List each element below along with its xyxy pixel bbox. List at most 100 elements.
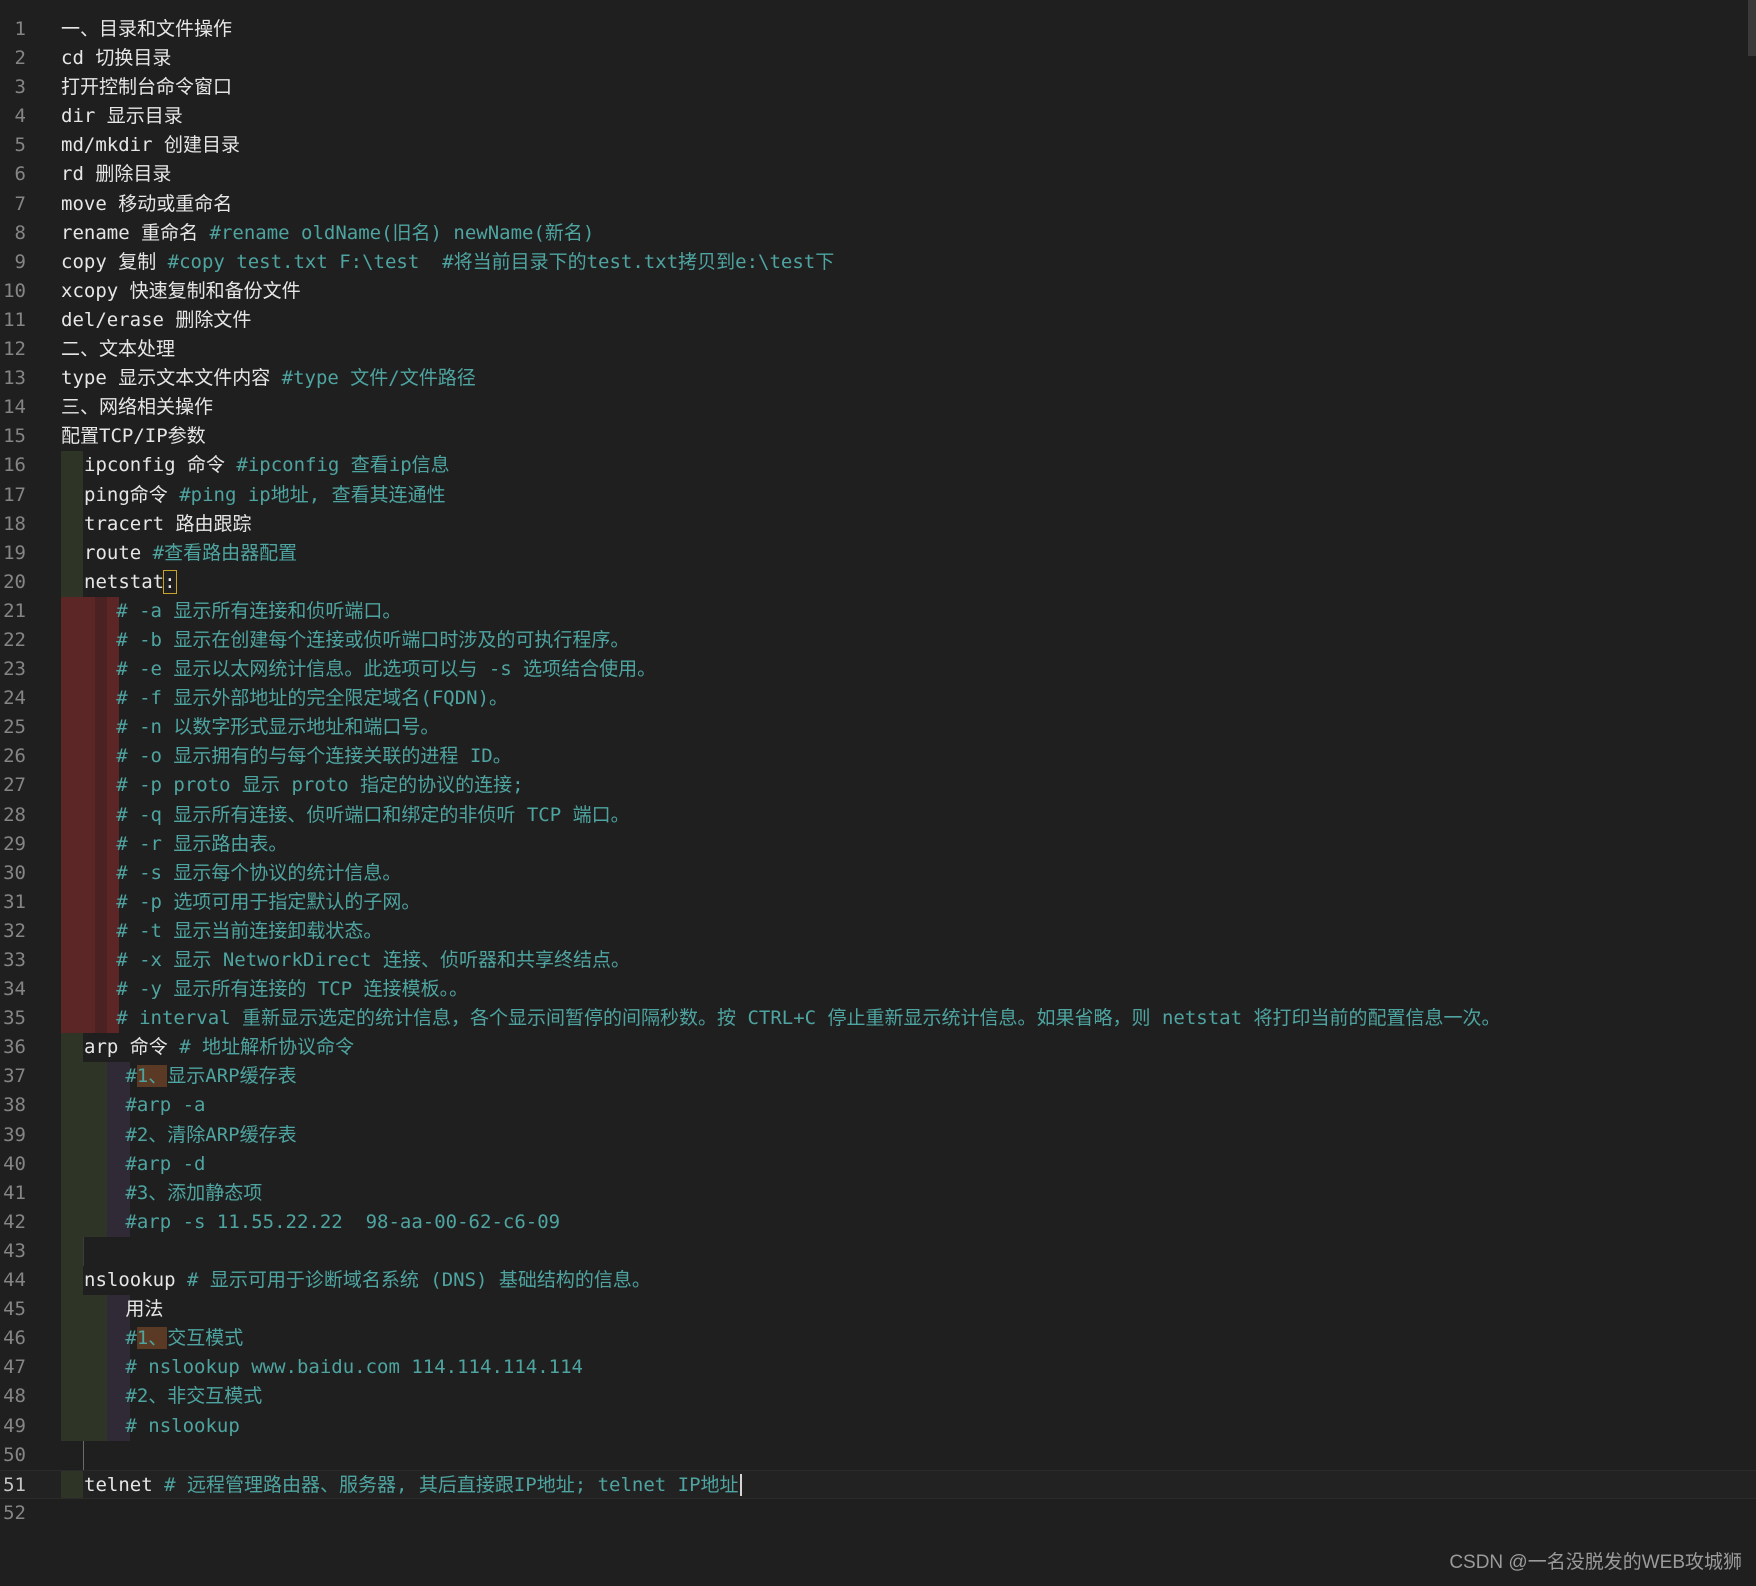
code-line[interactable]: 24 # -f 显示外部地址的完全限定域名(FQDN)。 — [0, 684, 1756, 714]
indent-guide — [83, 1207, 107, 1237]
code-line[interactable]: 25 # -n 以数字形式显示地址和端口号。 — [0, 713, 1756, 743]
code-line[interactable]: 21 # -a 显示所有连接和侦听端口。 — [0, 596, 1756, 626]
code-line[interactable]: 19 route #查看路由器配置 — [0, 538, 1756, 568]
code-line[interactable]: 41 #3、添加静态项 — [0, 1178, 1756, 1208]
code-text: 一、目录和文件操作 — [61, 15, 232, 44]
code-line[interactable]: 48 #2、非交互模式 — [0, 1382, 1756, 1412]
code-line[interactable]: 34 # -y 显示所有连接的 TCP 连接模板。。 — [0, 975, 1756, 1005]
code-line[interactable]: 32 # -t 显示当前连接卸载状态。 — [0, 916, 1756, 946]
code-line[interactable]: 51 telnet # 远程管理路由器、服务器, 其后直接跟IP地址; telne… — [0, 1469, 1756, 1499]
code-line[interactable]: 39 #2、清除ARP缓存表 — [0, 1120, 1756, 1150]
code-line[interactable]: 14 三、网络相关操作 — [0, 393, 1756, 422]
comment-token: #rename oldName(旧名) newName(新名) — [209, 221, 595, 244]
code-line[interactable]: 44 nslookup # 显示可用于诊断域名系统 (DNS) 基础结构的信息。 — [0, 1266, 1756, 1296]
code-line[interactable]: 11 del/erase 删除文件 — [0, 306, 1756, 335]
comment-token: #arp -s 11.55.22.22 98-aa-00-62-c6-09 — [125, 1210, 561, 1233]
indent-guide — [95, 596, 107, 626]
code-text: rd 删除目录 — [61, 160, 171, 189]
indent-guide — [83, 858, 95, 888]
code-line[interactable]: 22 # -b 显示在创建每个连接或侦听端口时涉及的可执行程序。 — [0, 625, 1756, 656]
line-number: 8 — [14, 221, 26, 244]
line-number: 13 — [3, 367, 26, 390]
code-line[interactable]: 20 netstat: — [0, 567, 1756, 597]
code-line[interactable]: 40 #arp -d — [0, 1149, 1756, 1179]
comment-token: #查看路由器配置 — [152, 541, 298, 564]
code-line[interactable]: 17 ping命令 #ping ip地址, 查看其连通性 — [0, 480, 1756, 510]
code-line[interactable]: 30 # -s 显示每个协议的统计信息。 — [0, 858, 1756, 888]
code-line[interactable]: 33 # -x 显示 NetworkDirect 连接、侦听器和共享终结点。 — [0, 946, 1756, 976]
code-line[interactable]: 2 cd 切换目录 — [0, 44, 1756, 73]
code-line[interactable]: 1 一、目录和文件操作 — [0, 15, 1756, 44]
indent-guide — [95, 771, 107, 801]
code-line[interactable]: 35 # interval 重新显示选定的统计信息，各个显示间暂停的间隔秒数。按 … — [0, 1004, 1756, 1034]
indent-guide — [95, 742, 107, 772]
comment-token: # -t 显示当前连接卸载状态。 — [116, 919, 383, 942]
code-line[interactable]: 16 ipconfig 命令 #ipconfig 查看ip信息 — [0, 451, 1756, 481]
code-line[interactable]: 15 配置TCP/IP参数 — [0, 422, 1756, 451]
code-line[interactable]: 4 dir 显示目录 — [0, 102, 1756, 131]
code-line[interactable]: 38 #arp -a — [0, 1091, 1756, 1121]
indent-guide — [61, 1091, 83, 1121]
code-token: copy 复制 — [61, 250, 168, 273]
watermark: CSDN @一名没脱发的WEB攻城狮 — [1449, 1552, 1742, 1573]
code-line[interactable]: 23 # -e 显示以太网统计信息。此选项可以与 -s 选项结合使用。 — [0, 655, 1756, 685]
indent-guide — [61, 509, 83, 539]
code-line[interactable]: 8 rename 重命名 #rename oldName(旧名) newName(… — [0, 219, 1756, 248]
code-token: 三、网络相关操作 — [61, 396, 214, 419]
code-line[interactable]: 45 用法 — [0, 1295, 1756, 1325]
code-line[interactable]: 9 copy 复制 #copy test.txt F:\test #将当前目录下的… — [0, 248, 1756, 277]
code-line[interactable]: 42 #arp -s 11.55.22.22 98-aa-00-62-c6-09 — [0, 1207, 1756, 1237]
comment-token: #1、显示ARP缓存表 — [125, 1065, 297, 1088]
code-token: nslookup — [84, 1269, 187, 1292]
indent-guide — [95, 684, 107, 714]
code-line[interactable]: 37 #1、显示ARP缓存表 — [0, 1062, 1756, 1092]
code-line[interactable]: 7 move 移动或重命名 — [0, 190, 1756, 219]
line-number: 51 — [3, 1473, 26, 1496]
line-number: 1 — [14, 18, 26, 40]
code-line[interactable]: 46 #1、交互模式 — [0, 1324, 1756, 1354]
indent-guide — [61, 1324, 83, 1354]
code-line[interactable]: 6 rd 删除目录 — [0, 160, 1756, 189]
code-line[interactable]: 36 arp 命令 # 地址解析协议命令 — [0, 1033, 1756, 1063]
line-number: 30 — [3, 861, 26, 884]
code-line[interactable]: 49 # nslookup — [0, 1411, 1756, 1441]
code-line[interactable]: 52 — [0, 1499, 1756, 1528]
code-line[interactable]: 18 tracert 路由跟踪 — [0, 509, 1756, 539]
line-number: 32 — [3, 919, 26, 942]
code-line[interactable]: 10 xcopy 快速复制和备份文件 — [0, 277, 1756, 306]
code-line[interactable]: 27 # -p proto 显示 proto 指定的协议的连接; — [0, 771, 1756, 801]
indent-guide — [61, 800, 83, 830]
indent-guide — [95, 975, 107, 1005]
indent-guide — [83, 1120, 107, 1150]
code-token: ping命令 — [84, 483, 180, 506]
code-line[interactable]: 47 # nslookup www.baidu.com 114.114.114.1… — [0, 1353, 1756, 1383]
code-line[interactable]: 13 type 显示文本文件内容 #type 文件/文件路径 — [0, 364, 1756, 393]
code-token: ipconfig 命令 — [84, 454, 237, 477]
code-line[interactable]: 26 # -o 显示拥有的与每个连接关联的进程 ID。 — [0, 742, 1756, 772]
code-text: cd 切换目录 — [61, 44, 171, 73]
code-line[interactable]: 3 打开控制台命令窗口 — [0, 73, 1756, 102]
code-line[interactable]: 29 # -r 显示路由表。 — [0, 829, 1756, 859]
indent-guide — [83, 1324, 107, 1354]
code-line[interactable]: 50 — [0, 1440, 1756, 1470]
indent-guide — [83, 1091, 107, 1121]
indent-guide — [61, 480, 83, 510]
line-number: 46 — [3, 1327, 26, 1350]
code-line[interactable]: 31 # -p 选项可用于指定默认的子网。 — [0, 887, 1756, 917]
line-number: 36 — [3, 1036, 26, 1059]
indent-guide — [83, 1236, 84, 1267]
code-line[interactable]: 12 二、文本处理 — [0, 335, 1756, 364]
code-text: ipconfig 命令 #ipconfig 查看ip信息 — [84, 451, 450, 480]
indent-guide — [61, 1149, 83, 1179]
line-number: 41 — [3, 1181, 26, 1204]
code-line[interactable]: 28 # -q 显示所有连接、侦听端口和绑定的非侦听 TCP 端口。 — [0, 800, 1756, 830]
code-editor[interactable]: 1 一、目录和文件操作 2 cd 切换目录 3 打开控制台命令窗口 4 dir 显示目录 5 md… — [0, 15, 1756, 1528]
code-text: route #查看路由器配置 — [84, 539, 297, 568]
line-number: 28 — [3, 803, 26, 826]
code-line[interactable]: 5 md/mkdir 创建目录 — [0, 131, 1756, 160]
code-line[interactable]: 43 — [0, 1236, 1756, 1267]
vertical-scrollbar[interactable] — [1748, 0, 1756, 56]
code-text: arp 命令 # 地址解析协议命令 — [84, 1033, 354, 1062]
indent-guide — [61, 1207, 83, 1237]
code-token: type 显示文本文件内容 — [61, 367, 282, 390]
